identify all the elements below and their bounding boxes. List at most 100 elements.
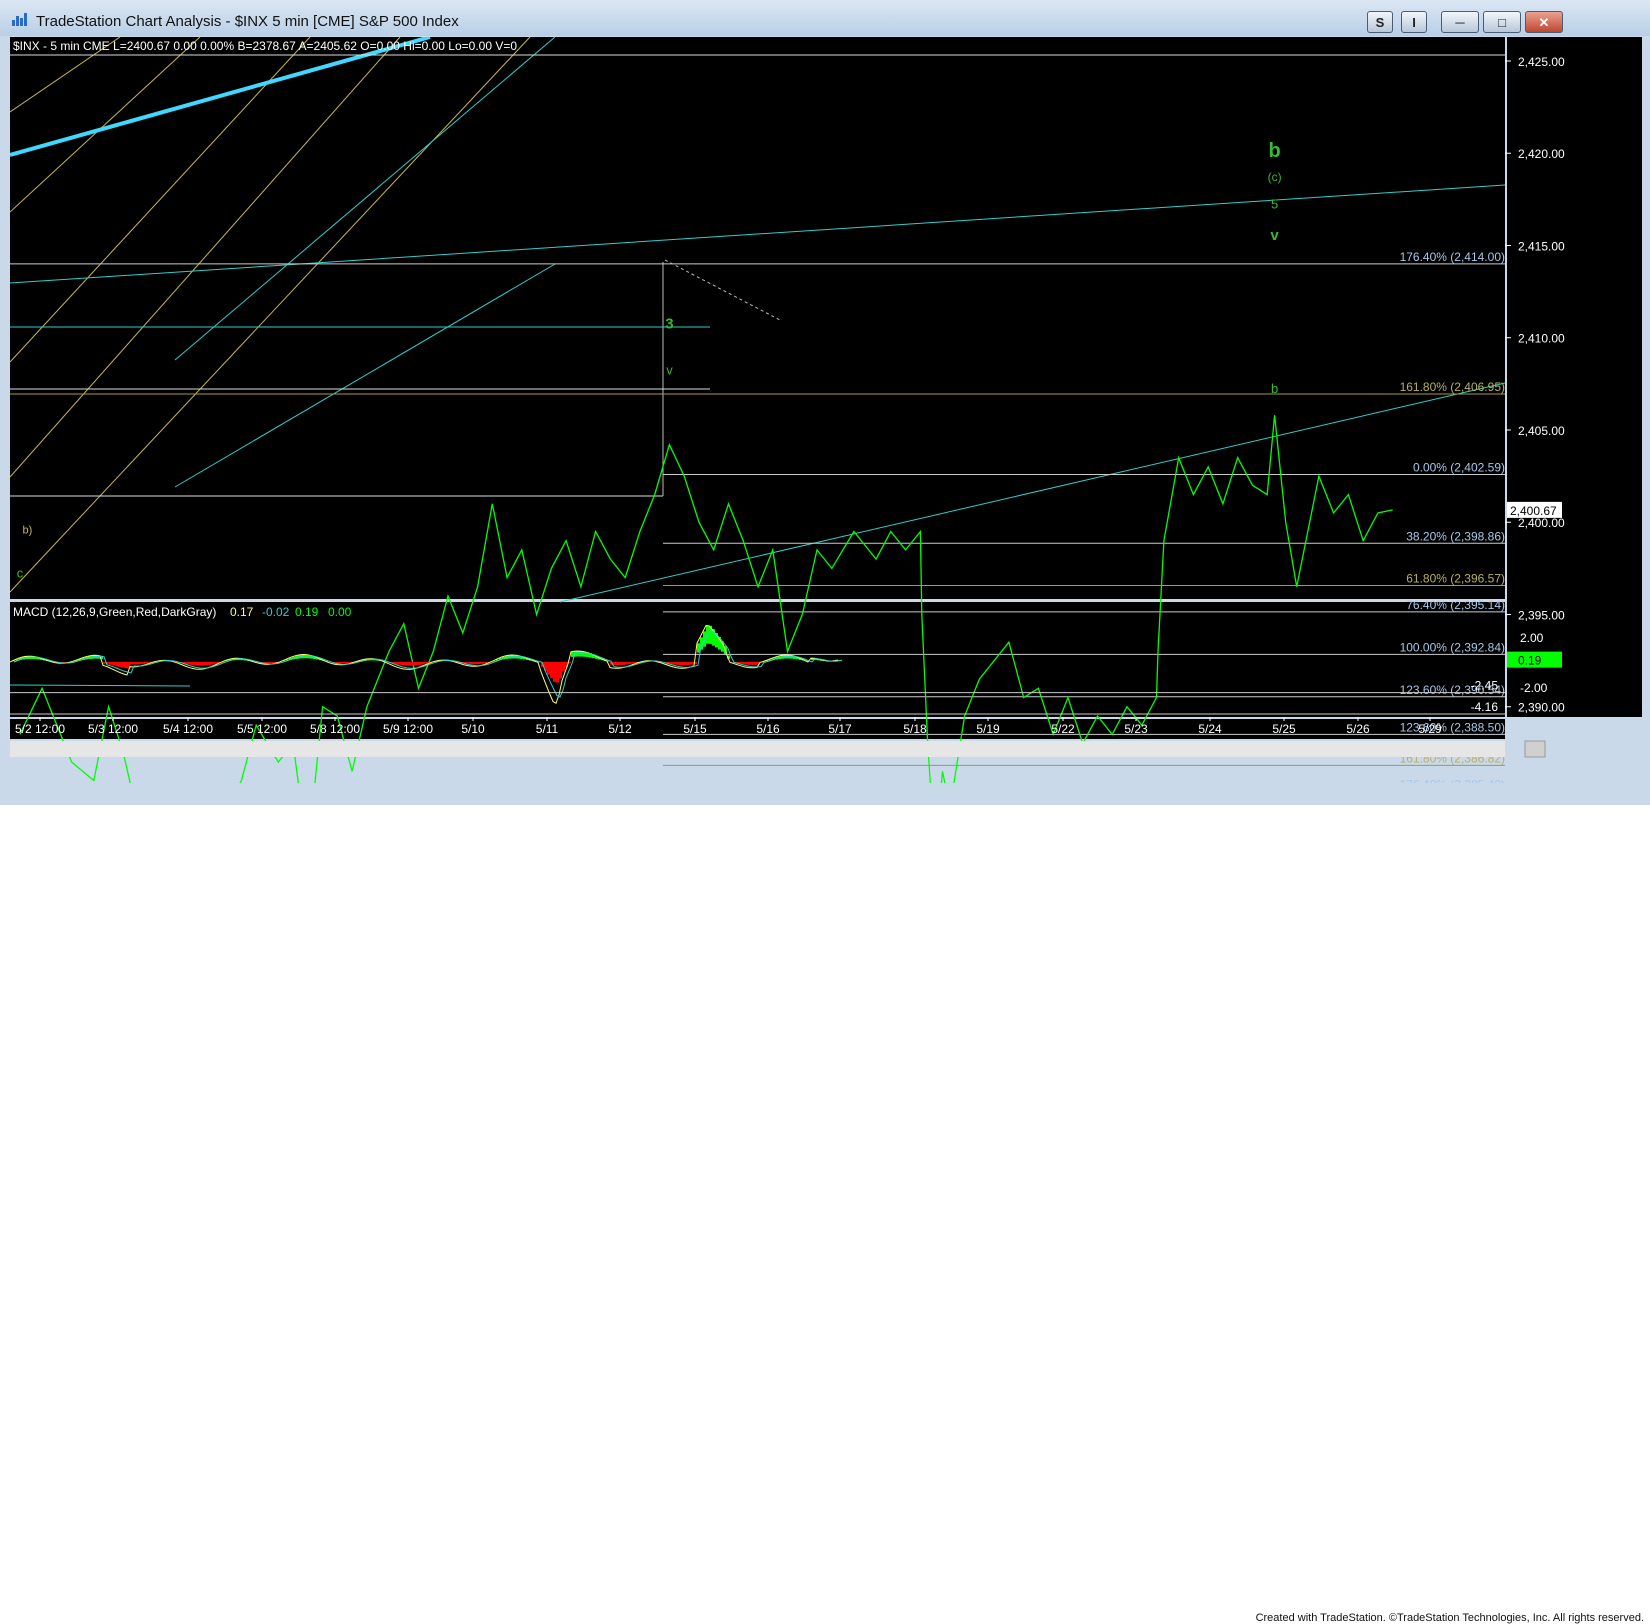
macd-bar: [682, 662, 685, 665]
macd-header: MACD (12,26,9,Green,Red,DarkGray)0.17-0.…: [13, 605, 352, 619]
fib-label: 176.40% (2,414.00): [1400, 250, 1505, 264]
wave-label: v: [666, 363, 673, 378]
wave-label: 3: [665, 316, 673, 333]
maximize-button[interactable]: □: [1483, 11, 1521, 33]
macd-bar: [484, 662, 487, 663]
fib-label: 61.80% (2,396.57): [1406, 572, 1505, 586]
time-tick-label: 5/10: [461, 722, 485, 736]
macd-bar: [673, 662, 676, 664]
macd-bar: [754, 662, 757, 665]
macd-bar: [475, 662, 478, 664]
macd-bar: [622, 662, 625, 665]
macd-bar: [196, 662, 199, 666]
macd-bar: [625, 662, 628, 665]
fib-label: 100.00% (2,392.84): [1400, 640, 1505, 654]
macd-bar: [145, 662, 148, 663]
macd-bar: [559, 662, 562, 678]
wave-label: (c): [1268, 170, 1282, 184]
price-panel: [10, 37, 1505, 599]
time-tick-label: 5/9 12:00: [383, 722, 433, 736]
wave-label: b: [1268, 140, 1280, 162]
price-tick-label: 2,410.00: [1518, 332, 1565, 346]
fib-label: 38.20% (2,398.86): [1406, 529, 1505, 543]
macd-level-label: -2.45: [1471, 679, 1499, 693]
macd-bar: [346, 662, 349, 663]
time-tick-label: 5/5 12:00: [237, 722, 287, 736]
macd-bar: [556, 662, 559, 683]
price-tick-label: 2,425.00: [1518, 55, 1565, 69]
macd-bar: [616, 662, 619, 665]
macd-bar: [271, 662, 274, 663]
time-tick-label: 5/19: [976, 722, 1000, 736]
macd-level-label: -4.16: [1471, 700, 1499, 714]
last-price-label: 2,400.67: [1510, 504, 1557, 518]
macd-bar: [400, 662, 403, 665]
fib-label: 161.80% (2,406.95): [1400, 380, 1505, 394]
macd-bar: [118, 662, 121, 667]
window-title: TradeStation Chart Analysis - $INX 5 min…: [36, 13, 459, 30]
macd-bar: [205, 662, 208, 665]
macd-bar: [562, 662, 565, 671]
horizontal-scrollbar[interactable]: [10, 741, 1505, 757]
time-tick-label: 5/8 12:00: [310, 722, 360, 736]
macd-value: -0.02: [262, 605, 290, 619]
minimize-button[interactable]: ─: [1441, 11, 1479, 33]
price-tick-label: 2,405.00: [1518, 424, 1565, 438]
macd-bar: [613, 662, 616, 665]
chart-area[interactable]: 176.40% (2,414.00) 161.80% (2,406.95) 0.00…: [10, 37, 1642, 783]
price-tick-label: 2,415.00: [1518, 239, 1565, 253]
time-tick-label: 5/16: [756, 722, 780, 736]
macd-bar: [547, 662, 550, 675]
close-button[interactable]: ✕: [1525, 11, 1563, 33]
fib-label: 0.00% (2,402.59): [1413, 460, 1505, 474]
macd-bar: [208, 662, 211, 665]
macd-bar: [142, 662, 145, 664]
macd-bar: [109, 662, 112, 665]
time-tick-label: 5/25: [1272, 722, 1296, 736]
time-tick-label: 5/24: [1198, 722, 1222, 736]
macd-bar: [631, 662, 634, 664]
macd-bar: [697, 643, 700, 652]
macd-bar: [130, 662, 133, 664]
scroll-thumb[interactable]: [1525, 741, 1545, 757]
wave-label: b: [1271, 381, 1278, 396]
time-tick-label: 5/26: [1346, 722, 1370, 736]
macd-bar: [268, 662, 271, 663]
macd-bar: [397, 662, 400, 665]
macd-bar: [409, 662, 412, 666]
fib-label: 76.40% (2,395.14): [1406, 598, 1505, 612]
macd-bar: [403, 662, 406, 665]
price-info-header: $INX - 5 min CME L=2400.67 0.00 0.00% B=…: [13, 39, 517, 53]
price-tick-label: 2,420.00: [1518, 147, 1565, 161]
wave-label: b): [22, 524, 32, 536]
macd-bar: [139, 662, 142, 664]
time-tick-label: 5/18: [903, 722, 927, 736]
price-tick-label: 2,400.00: [1518, 516, 1565, 530]
macd-bar: [406, 662, 409, 666]
macd-bar: [265, 662, 268, 663]
macd-bar: [679, 662, 682, 665]
macd-value: 0.19: [295, 605, 319, 619]
macd-bar: [343, 662, 346, 663]
price-tick-label: 2,395.00: [1518, 608, 1565, 622]
s-button[interactable]: S: [1367, 11, 1393, 33]
macd-tick-label: -2.00: [1520, 681, 1548, 695]
macd-bar: [337, 662, 340, 663]
macd-bar: [202, 662, 205, 666]
macd-bar: [619, 662, 622, 665]
wave-label: v: [1270, 227, 1279, 244]
wave-label: 5: [1271, 197, 1278, 212]
macd-bar: [571, 652, 574, 657]
macd-bar: [415, 662, 418, 665]
title-bar: TradeStation Chart Analysis - $INX 5 min…: [0, 0, 1650, 36]
app-icon: [12, 12, 28, 26]
app-window: TradeStation Chart Analysis - $INX 5 min…: [0, 0, 1650, 805]
price-tick-label: 2,390.00: [1518, 701, 1565, 715]
status-bar: Created with TradeStation. ©TradeStation…: [0, 805, 1650, 821]
macd-bar: [121, 662, 124, 668]
macd-bar: [424, 662, 427, 664]
i-button[interactable]: I: [1401, 11, 1427, 33]
time-tick-label: 5/4 12:00: [163, 722, 213, 736]
macd-bar: [466, 662, 469, 664]
macd-value: 0.00: [328, 605, 352, 619]
